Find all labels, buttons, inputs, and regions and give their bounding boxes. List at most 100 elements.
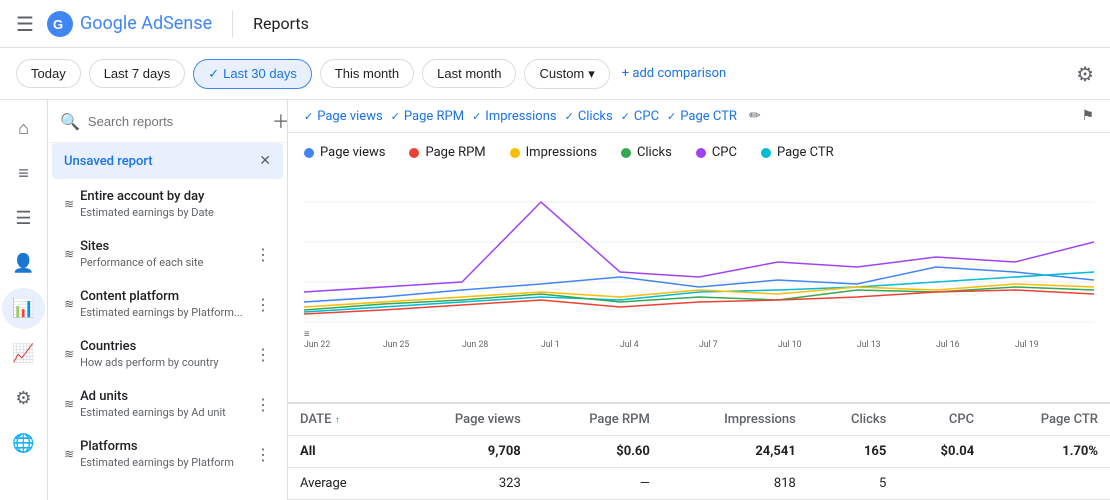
wave-icon-2: ≋ (64, 247, 74, 261)
add-comparison-button[interactable]: + add comparison (622, 66, 726, 81)
svg-text:Jun 28: Jun 28 (462, 340, 488, 350)
cell-all-cpc: $0.04 (898, 436, 986, 468)
settings-icon[interactable]: ⚙ (1076, 62, 1094, 86)
chip-page-ctr[interactable]: Page CTR (667, 109, 737, 124)
chip-cpc[interactable]: CPC (621, 109, 659, 124)
chip-page-views[interactable]: Page views (304, 109, 383, 124)
col-header-cpc[interactable]: CPC (898, 404, 986, 436)
sites-label: Sites (80, 239, 255, 254)
this-month-button[interactable]: This month (320, 59, 414, 88)
legend-dot-impressions (510, 148, 520, 158)
ad-units-sub: Estimated earnings by Ad unit (80, 406, 255, 419)
logo-area: G Google AdSense (46, 10, 212, 38)
sidebar-item-countries[interactable]: ≋ Countries How ads perform by country ⋮ (52, 329, 283, 379)
cell-avg-impressions: 818 (662, 468, 808, 500)
chart-container: Jun 22 Jun 25 Jun 28 Jul 1 Jul 4 Jul 7 J… (288, 172, 1110, 402)
close-report-icon[interactable]: ✕ (259, 153, 271, 169)
custom-button[interactable]: Custom ▾ (524, 59, 609, 89)
nav-home-icon[interactable]: ⌂ (8, 108, 39, 149)
ad-units-label: Ad units (80, 389, 255, 404)
nav-menu-icon[interactable]: ☰ (5, 198, 41, 239)
sidebar-item-sites[interactable]: ≋ Sites Performance of each site ⋮ (52, 229, 283, 279)
chip-impressions[interactable]: Impressions (472, 109, 557, 124)
nav-chart-icon[interactable]: 📊 (2, 288, 44, 329)
nav-globe-icon[interactable]: 🌐 (2, 423, 44, 464)
col-header-date[interactable]: DATE ↑ (288, 404, 396, 436)
sidebar-item-platforms[interactable]: ≋ Platforms Estimated earnings by Platfo… (52, 429, 283, 479)
col-header-page-ctr[interactable]: Page CTR (986, 404, 1110, 436)
svg-text:Jul 19: Jul 19 (1015, 340, 1039, 350)
last-30-days-button[interactable]: Last 30 days (193, 59, 312, 89)
svg-text:Jul 10: Jul 10 (778, 340, 802, 350)
svg-text:Jul 4: Jul 4 (620, 340, 639, 350)
legend-dot-cpc (696, 148, 706, 158)
cell-avg-page-views: 323 (396, 468, 533, 500)
col-header-page-rpm[interactable]: Page RPM (533, 404, 662, 436)
cell-all-page-ctr: 1.70% (986, 436, 1110, 468)
data-table: DATE ↑ Page views Page RPM Impressions C… (288, 403, 1110, 500)
table-row-average: Average 323 — 818 5 (288, 468, 1110, 500)
chip-page-rpm[interactable]: Page RPM (391, 109, 464, 124)
filter-toggle-icon[interactable]: ⚑ (1081, 108, 1094, 124)
legend-dot-page-views (304, 148, 314, 158)
svg-text:Jul 7: Jul 7 (699, 340, 718, 350)
col-header-impressions[interactable]: Impressions (662, 404, 808, 436)
content-platform-sub: Estimated earnings by Platform... (80, 306, 255, 319)
sidebar-item-ad-units[interactable]: ≋ Ad units Estimated earnings by Ad unit… (52, 379, 283, 429)
cell-avg-page-rpm: — (533, 468, 662, 500)
nav-user-icon[interactable]: 👤 (2, 243, 44, 284)
wave-icon-6: ≋ (64, 447, 74, 461)
content-area: Page views Page RPM Impressions Clicks C… (288, 100, 1110, 500)
left-sidebar: ⌂ ≡ ☰ 👤 📊 📈 ⚙ 🌐 (0, 100, 48, 500)
platforms-sub: Estimated earnings by Platform (80, 456, 255, 469)
countries-more-icon[interactable]: ⋮ (255, 345, 271, 364)
entire-account-label: Entire account by day (80, 189, 271, 204)
countries-label: Countries (80, 339, 255, 354)
sites-more-icon[interactable]: ⋮ (255, 245, 271, 264)
logo-icon: G (46, 10, 74, 38)
add-report-icon[interactable]: ＋ (272, 108, 288, 134)
col-header-clicks[interactable]: Clicks (808, 404, 899, 436)
last-month-button[interactable]: Last month (422, 59, 516, 88)
countries-sub: How ads perform by country (80, 356, 255, 369)
chip-clicks[interactable]: Clicks (565, 109, 613, 124)
chart-svg: Jun 22 Jun 25 Jun 28 Jul 1 Jul 4 Jul 7 J… (304, 172, 1094, 352)
edit-chips-icon[interactable]: ✏ (749, 108, 761, 124)
content-platform-more-icon[interactable]: ⋮ (255, 295, 271, 314)
cell-all-clicks: 165 (808, 436, 899, 468)
legend-clicks: Clicks (621, 145, 672, 160)
main-layout: ⌂ ≡ ☰ 👤 📊 📈 ⚙ 🌐 🔍 ＋ Unsaved report ✕ (0, 100, 1110, 500)
sort-icon: ↑ (335, 415, 340, 426)
svg-text:≡: ≡ (304, 329, 310, 340)
wave-icon-3: ≋ (64, 297, 74, 311)
ad-units-more-icon[interactable]: ⋮ (255, 395, 271, 414)
sidebar: 🔍 ＋ Unsaved report ✕ ≋ Entire account by… (48, 100, 288, 500)
menu-icon[interactable]: ☰ (16, 12, 34, 36)
cell-avg-cpc (898, 468, 986, 500)
last-7-days-button[interactable]: Last 7 days (89, 59, 186, 88)
chevron-down-icon: ▾ (588, 66, 595, 82)
cell-all-date: All (288, 436, 396, 468)
platforms-more-icon[interactable]: ⋮ (255, 445, 271, 464)
legend-dot-page-rpm (409, 148, 419, 158)
search-icon: 🔍 (60, 112, 80, 131)
svg-text:Jul 13: Jul 13 (857, 340, 881, 350)
inner-layout: 🔍 ＋ Unsaved report ✕ ≋ Entire account by… (48, 100, 1110, 500)
logo-text: Google AdSense (80, 13, 212, 34)
cell-avg-clicks: 5 (808, 468, 899, 500)
col-header-page-views[interactable]: Page views (396, 404, 533, 436)
sidebar-item-entire-account[interactable]: ≋ Entire account by day Estimated earnin… (52, 179, 283, 229)
table-row-all: All 9,708 $0.60 24,541 165 $0.04 1.70% (288, 436, 1110, 468)
sidebar-item-content-platform[interactable]: ≋ Content platform Estimated earnings by… (52, 279, 283, 329)
sidebar-item-unsaved-report[interactable]: Unsaved report ✕ (52, 143, 283, 179)
wave-icon-4: ≋ (64, 347, 74, 361)
search-input[interactable] (88, 114, 264, 129)
svg-text:G: G (53, 17, 63, 32)
nav-trends-icon[interactable]: 📈 (2, 333, 44, 374)
legend-impressions: Impressions (510, 145, 597, 160)
nav-settings-icon[interactable]: ⚙ (5, 378, 41, 419)
today-button[interactable]: Today (16, 59, 81, 88)
nav-list-icon[interactable]: ≡ (8, 153, 39, 194)
top-header: ☰ G Google AdSense Reports (0, 0, 1110, 48)
legend-dot-page-ctr (761, 148, 771, 158)
